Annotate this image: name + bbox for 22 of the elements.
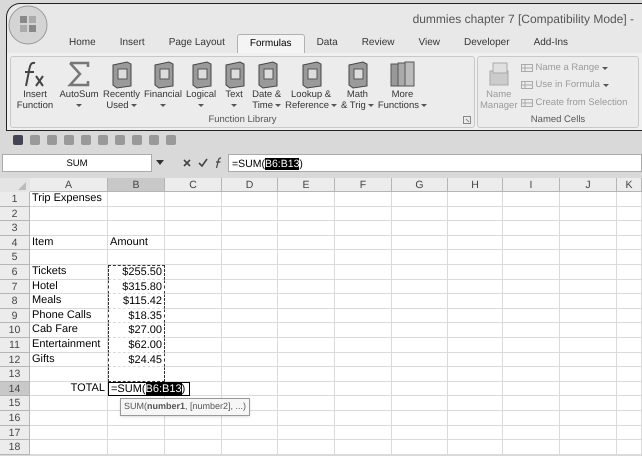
- button-label: AutoSum: [59, 89, 99, 100]
- button-label: Text: [225, 89, 243, 100]
- group-label: Named Cells: [530, 113, 586, 128]
- button-label: Logical: [186, 89, 216, 100]
- button-label: Reference: [285, 100, 329, 111]
- button-label: Function: [16, 100, 54, 111]
- button-label: Name: [486, 89, 512, 100]
- button-label: Manager: [480, 100, 518, 111]
- button-label: Lookup &: [291, 89, 332, 100]
- button-label: Functions: [378, 100, 419, 111]
- button-label: Financial: [144, 89, 182, 100]
- button-label: Date &: [252, 89, 282, 100]
- button-label: Insert: [23, 89, 47, 100]
- button-label: Math: [346, 89, 368, 100]
- button-label: & Trig: [341, 100, 366, 111]
- window-title: dummies chapter 7 [Compatibility Mode] -: [412, 11, 634, 28]
- button-label: More: [392, 89, 414, 100]
- button-label: Time: [252, 100, 274, 111]
- button-label: Used: [106, 100, 129, 111]
- group-label: Function Library: [208, 113, 277, 128]
- function-tooltip: SUM(number1, [number2], ...): [120, 398, 250, 416]
- button-label: Recently: [103, 89, 140, 100]
